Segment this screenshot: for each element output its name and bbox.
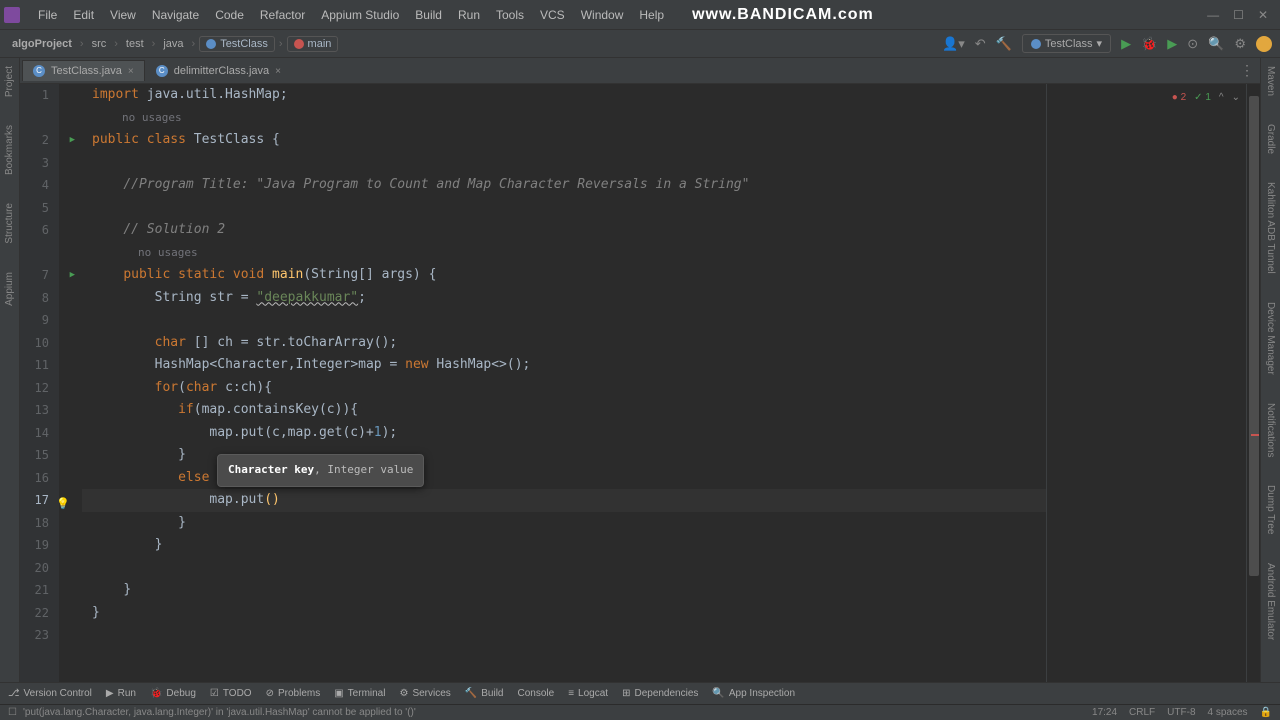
- cursor-position[interactable]: 17:24: [1092, 707, 1117, 718]
- tool-bookmarks[interactable]: Bookmarks: [4, 121, 15, 179]
- search-icon[interactable]: 🔍: [1208, 36, 1224, 52]
- tool-emulator[interactable]: Android Emulator: [1265, 559, 1276, 644]
- run-config-selector[interactable]: TestClass ▾: [1022, 34, 1111, 53]
- tool-dependencies[interactable]: ⊞ Dependencies: [622, 688, 698, 699]
- back-icon[interactable]: ↶: [975, 36, 986, 52]
- tool-structure[interactable]: Structure: [4, 199, 15, 248]
- window-controls: — ☐ ✕: [1207, 8, 1276, 22]
- tool-app-inspection[interactable]: 🔍 App Inspection: [712, 688, 795, 699]
- bandicam-watermark: www.BANDICAM.com: [692, 6, 874, 24]
- right-tool-strip: Maven Gradle Kahliton ADB Tunnel Device …: [1260, 58, 1280, 682]
- inspection-indicators[interactable]: ● 2 ✓ 1 ^ ⌄: [1172, 92, 1240, 103]
- chevron-up-icon: ^: [1219, 92, 1224, 103]
- settings-icon[interactable]: ⚙: [1234, 36, 1246, 52]
- close-icon[interactable]: ✕: [1258, 8, 1268, 22]
- tool-notifications[interactable]: Notifications: [1265, 399, 1276, 461]
- menu-file[interactable]: File: [30, 8, 65, 22]
- editor-scrollbar[interactable]: [1246, 84, 1260, 682]
- menu-window[interactable]: Window: [573, 8, 632, 22]
- tool-build[interactable]: 🔨 Build: [465, 688, 504, 699]
- editor-tabs: CTestClass.java× CdelimitterClass.java× …: [20, 58, 1260, 84]
- chevron-down-icon: ⌄: [1232, 92, 1240, 103]
- coverage-button[interactable]: ▶: [1167, 36, 1177, 52]
- navigation-bar: algoProject › src › test › java › TestCl…: [0, 30, 1280, 58]
- tool-device-mgr[interactable]: Device Manager: [1265, 298, 1276, 379]
- avatar-icon[interactable]: [1256, 36, 1272, 52]
- title-bar: FileEditViewNavigateCodeRefactorAppium S…: [0, 0, 1280, 30]
- menu-help[interactable]: Help: [631, 8, 672, 22]
- indent[interactable]: 4 spaces: [1208, 707, 1248, 718]
- code-content[interactable]: import java.util.HashMap; no usages publ…: [82, 84, 1046, 682]
- close-icon[interactable]: ×: [128, 66, 134, 77]
- build-icon[interactable]: 🔨: [996, 36, 1012, 52]
- breadcrumb: algoProject › src › test › java › TestCl…: [8, 36, 338, 52]
- tool-console[interactable]: Console: [518, 688, 555, 699]
- parameter-info-tooltip: Character key, Integer value: [217, 454, 424, 487]
- menu-edit[interactable]: Edit: [65, 8, 102, 22]
- tool-appium[interactable]: Appium: [4, 268, 15, 310]
- main-content: Project Bookmarks Structure Appium CTest…: [0, 58, 1280, 682]
- code-editor[interactable]: ● 2 ✓ 1 ^ ⌄ 1 2▶ 3 4 5 6 7▶ 8 9 10 11 12: [20, 84, 1260, 682]
- tool-run[interactable]: ▶ Run: [106, 688, 136, 699]
- bottom-tool-strip: ⎇ Version Control ▶ Run 🐞 Debug ☑ TODO ⊘…: [0, 682, 1280, 704]
- maximize-icon[interactable]: ☐: [1233, 8, 1244, 22]
- toolbar-right: 👤▾ ↶ 🔨 TestClass ▾ ▶ 🐞 ▶ ⊙ 🔍 ⚙: [942, 34, 1272, 53]
- intention-bulb-icon[interactable]: 💡: [56, 493, 70, 516]
- tool-terminal[interactable]: ▣ Terminal: [334, 688, 385, 699]
- editor-area: CTestClass.java× CdelimitterClass.java× …: [20, 58, 1260, 682]
- tool-project[interactable]: Project: [4, 62, 15, 101]
- error-indicator: ● 2: [1172, 92, 1186, 103]
- breadcrumb-method[interactable]: main: [287, 36, 339, 52]
- status-icon[interactable]: 🔒: [1260, 707, 1272, 718]
- tabs-overflow[interactable]: ⋮: [1240, 62, 1260, 79]
- fold-column: [60, 84, 82, 682]
- close-icon[interactable]: ×: [275, 66, 281, 77]
- user-icon[interactable]: 👤▾: [942, 36, 965, 52]
- tool-todo[interactable]: ☑ TODO: [210, 688, 252, 699]
- tool-dump-tree[interactable]: Dump Tree: [1265, 481, 1276, 538]
- menu-vcs[interactable]: VCS: [532, 8, 573, 22]
- menu-code[interactable]: Code: [207, 8, 252, 22]
- encoding[interactable]: UTF-8: [1167, 707, 1195, 718]
- tab-delimitter[interactable]: CdelimitterClass.java×: [145, 60, 292, 81]
- menu-navigate[interactable]: Navigate: [144, 8, 207, 22]
- menu-bar: FileEditViewNavigateCodeRefactorAppium S…: [30, 8, 672, 22]
- menu-build[interactable]: Build: [407, 8, 450, 22]
- tool-debug[interactable]: 🐞 Debug: [150, 688, 196, 699]
- tool-services[interactable]: ⚙ Services: [399, 688, 450, 699]
- breadcrumb-class[interactable]: TestClass: [199, 36, 275, 52]
- menu-refactor[interactable]: Refactor: [252, 8, 313, 22]
- menu-run[interactable]: Run: [450, 8, 488, 22]
- tool-logcat[interactable]: ≡ Logcat: [568, 688, 608, 699]
- status-message: 'put(java.lang.Character, java.lang.Inte…: [23, 707, 416, 718]
- menu-tools[interactable]: Tools: [488, 8, 532, 22]
- error-stripe[interactable]: [1251, 434, 1259, 436]
- tool-maven[interactable]: Maven: [1265, 62, 1276, 100]
- scrollbar-thumb[interactable]: [1249, 96, 1259, 576]
- status-bar: ☐ 'put(java.lang.Character, java.lang.In…: [0, 704, 1280, 720]
- stop-button[interactable]: ⊙: [1187, 36, 1198, 52]
- warning-indicator: ✓ 1: [1194, 92, 1211, 103]
- menu-view[interactable]: View: [102, 8, 144, 22]
- debug-button[interactable]: 🐞: [1141, 36, 1157, 52]
- run-gutter-icon[interactable]: ▶: [70, 270, 75, 280]
- tool-problems[interactable]: ⊘ Problems: [266, 688, 321, 699]
- app-icon: [4, 7, 20, 23]
- gutter: 1 2▶ 3 4 5 6 7▶ 8 9 10 11 12 13 14 15 16…: [20, 84, 60, 682]
- run-button[interactable]: ▶: [1121, 36, 1131, 52]
- line-separator[interactable]: CRLF: [1129, 707, 1155, 718]
- menu-appium-studio[interactable]: Appium Studio: [313, 8, 407, 22]
- tool-gradle[interactable]: Gradle: [1265, 120, 1276, 158]
- tool-vcs[interactable]: ⎇ Version Control: [8, 688, 92, 699]
- left-tool-strip: Project Bookmarks Structure Appium: [0, 58, 20, 682]
- minimize-icon[interactable]: —: [1207, 8, 1219, 22]
- tab-testclass[interactable]: CTestClass.java×: [22, 60, 145, 81]
- project-name[interactable]: algoProject: [8, 36, 76, 52]
- run-gutter-icon[interactable]: ▶: [70, 135, 75, 145]
- tool-adb[interactable]: Kahliton ADB Tunnel: [1265, 178, 1276, 278]
